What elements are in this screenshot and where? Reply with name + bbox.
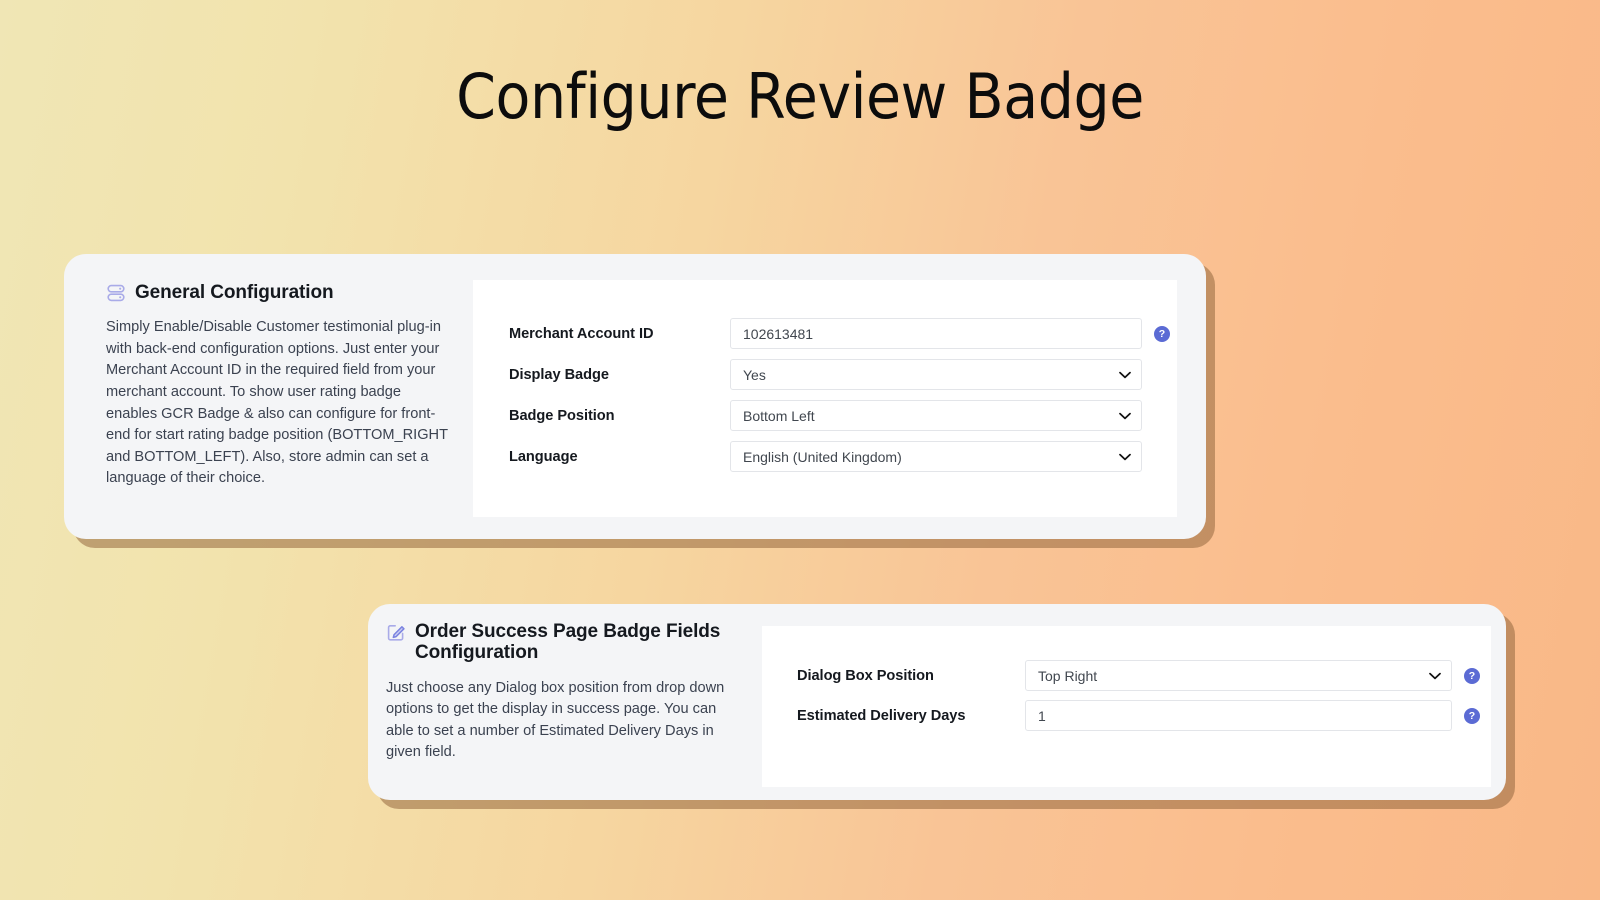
field-row-dialog-box-position: Dialog Box Position Top Right ? [797, 660, 1491, 691]
field-row-estimated-delivery-days: Estimated Delivery Days 1 ? [797, 700, 1491, 731]
dialog-box-position-help-icon[interactable]: ? [1464, 667, 1480, 684]
general-configuration-heading: General Configuration [106, 282, 474, 303]
page-title: Configure Review Badge [456, 60, 1144, 133]
chevron-down-icon [1119, 371, 1131, 379]
order-success-heading-text: Order Success Page Badge Fields Configur… [415, 621, 721, 664]
field-row-display-badge: Display Badge Yes [509, 359, 1177, 390]
general-configuration-description-column: General Configuration Simply Enable/Disa… [64, 254, 474, 539]
merchant-account-id-help-icon[interactable]: ? [1154, 325, 1170, 342]
dialog-box-position-value: Top Right [1038, 667, 1098, 684]
display-badge-select[interactable]: Yes [730, 359, 1142, 390]
estimated-delivery-days-help-icon[interactable]: ? [1464, 707, 1480, 724]
chevron-down-icon [1119, 412, 1131, 420]
estimated-delivery-days-value: 1 [1038, 707, 1046, 724]
field-row-badge-position: Badge Position Bottom Left [509, 400, 1177, 431]
chevron-down-icon [1429, 672, 1441, 680]
dialog-box-position-select[interactable]: Top Right [1025, 660, 1452, 691]
general-configuration-heading-text: General Configuration [135, 282, 334, 303]
language-select[interactable]: English (United Kingdom) [730, 441, 1142, 472]
badge-position-select[interactable]: Bottom Left [730, 400, 1142, 431]
field-row-language: Language English (United Kingdom) [509, 441, 1177, 472]
server-stack-icon [106, 283, 126, 303]
order-success-description-column: Order Success Page Badge Fields Configur… [368, 604, 764, 800]
label-language: Language [509, 448, 578, 465]
chevron-down-icon [1119, 453, 1131, 461]
label-merchant-account-id: Merchant Account ID [509, 325, 654, 342]
general-configuration-form: Merchant Account ID 102613481 ? Display … [473, 280, 1177, 517]
edit-pencil-square-icon [386, 622, 406, 642]
field-row-merchant-account-id: Merchant Account ID 102613481 ? [509, 318, 1177, 349]
language-value: English (United Kingdom) [743, 448, 902, 465]
label-display-badge: Display Badge [509, 366, 609, 383]
estimated-delivery-days-input[interactable]: 1 [1025, 700, 1452, 731]
order-success-heading: Order Success Page Badge Fields Configur… [386, 621, 764, 664]
label-dialog-box-position: Dialog Box Position [797, 667, 934, 684]
label-badge-position: Badge Position [509, 407, 615, 424]
merchant-account-id-value: 102613481 [743, 325, 814, 342]
badge-position-value: Bottom Left [743, 407, 815, 424]
order-success-description: Just choose any Dialog box position from… [386, 679, 725, 761]
order-success-form: Dialog Box Position Top Right ? Estimate… [762, 626, 1491, 787]
general-configuration-card: General Configuration Simply Enable/Disa… [64, 254, 1206, 539]
display-badge-value: Yes [743, 366, 766, 383]
label-estimated-delivery-days: Estimated Delivery Days [797, 707, 966, 724]
general-configuration-description: Simply Enable/Disable Customer testimoni… [106, 319, 448, 487]
merchant-account-id-input[interactable]: 102613481 [730, 318, 1142, 349]
order-success-page-badge-fields-card: Order Success Page Badge Fields Configur… [368, 604, 1506, 800]
